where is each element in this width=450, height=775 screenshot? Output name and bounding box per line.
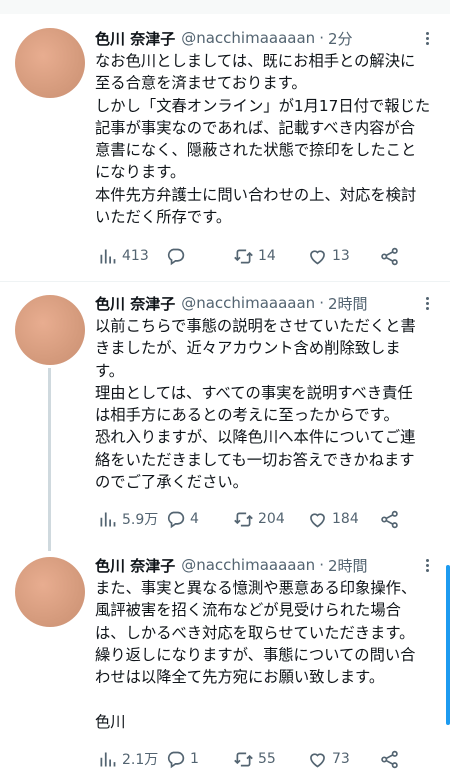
bar-chart-icon bbox=[100, 512, 116, 526]
tweet-line: になります。 bbox=[95, 163, 186, 182]
top-strip bbox=[0, 0, 450, 14]
heart-icon bbox=[310, 752, 325, 767]
tweet-text: なお色川としましては、既にお相手との解決に 至る合意を済ませております。 しかし… bbox=[95, 50, 440, 228]
tweet-line: 至る合意を済ませております。 bbox=[95, 74, 307, 93]
timestamp[interactable]: 2分 bbox=[328, 28, 353, 49]
action-bar: 2.1万 1 55 73 bbox=[95, 747, 415, 771]
like-count: 13 bbox=[332, 248, 350, 264]
tweet-line: なお色川としましては、既にお相手との解決に bbox=[95, 52, 416, 70]
views-button[interactable]: 413 bbox=[97, 244, 149, 268]
tweet-line: しかし「文春オンライン」が1月17日付で報じた bbox=[95, 96, 431, 115]
more-dots-icon[interactable] bbox=[426, 557, 432, 574]
tweet-line: 恐れ入りますが、以降色川へ本件についてご連 bbox=[95, 428, 416, 447]
action-bar: 5.9万 4 204 184 bbox=[95, 507, 415, 531]
separator-dot: · bbox=[319, 29, 324, 47]
user-handle[interactable]: @nacchimaaaaan bbox=[181, 294, 315, 312]
reply-button[interactable]: 4 bbox=[165, 507, 199, 531]
user-handle[interactable]: @nacchimaaaaan bbox=[181, 29, 315, 47]
tweet-text: 以前こちらで事態の説明をさせていただくと書 きましたが、近々アカウント含め削除致… bbox=[95, 315, 440, 493]
avatar[interactable] bbox=[15, 28, 85, 98]
share-button[interactable] bbox=[379, 507, 400, 531]
retweet-button[interactable]: 204 bbox=[233, 507, 285, 531]
retweet-button[interactable]: 14 bbox=[233, 244, 276, 268]
tweet-line: 色川 bbox=[95, 712, 126, 731]
tweet-line: 理由としては、すべての事実を説明すべき責任 bbox=[95, 383, 413, 402]
divider bbox=[0, 281, 450, 282]
tweet-line: 繰り返しになりますが、事態についての問い合 bbox=[95, 645, 416, 664]
separator-dot: · bbox=[319, 294, 324, 312]
avatar[interactable] bbox=[15, 295, 85, 365]
tweet-header: 色川 奈津子 @nacchimaaaaan · 2分 bbox=[95, 27, 430, 49]
bar-chart-icon bbox=[100, 249, 116, 263]
retweet-count: 204 bbox=[258, 511, 285, 527]
thread-line bbox=[48, 368, 51, 551]
like-button[interactable]: 184 bbox=[307, 507, 359, 531]
share-nodes-icon bbox=[381, 247, 398, 265]
views-button[interactable]: 2.1万 bbox=[97, 747, 158, 771]
tweet-text: また、事実と異なる憶測や悪意ある印象操作、 風評被害を招く流布などが見受けられた… bbox=[95, 577, 440, 733]
heart-icon bbox=[310, 249, 325, 264]
tweet-line: 記事が事実なのであれば、記載すべき内容が合 bbox=[95, 118, 416, 137]
like-button[interactable]: 73 bbox=[307, 747, 350, 771]
display-name[interactable]: 色川 奈津子 bbox=[95, 555, 175, 576]
share-button[interactable] bbox=[379, 244, 400, 268]
retweet-count: 55 bbox=[258, 751, 276, 767]
bar-chart-icon bbox=[100, 752, 116, 766]
share-nodes-icon bbox=[381, 510, 398, 528]
retweet-arrows-icon bbox=[234, 752, 253, 766]
retweet-count: 14 bbox=[258, 248, 276, 264]
scrollbar[interactable] bbox=[446, 565, 450, 725]
tweet-line: 本件先方弁護士に問い合わせの上、対応を検討 bbox=[95, 185, 417, 204]
views-count: 5.9万 bbox=[122, 512, 159, 528]
tweet-line: 風評被害を招く流布などが見受けられた場合 bbox=[95, 601, 401, 620]
more-dots-icon[interactable] bbox=[426, 295, 432, 312]
display-name[interactable]: 色川 奈津子 bbox=[95, 293, 175, 314]
like-button[interactable]: 13 bbox=[307, 244, 350, 268]
separator-dot: · bbox=[319, 556, 324, 574]
tweet-line: 以前こちらで事態の説明をさせていただくと書 bbox=[95, 317, 416, 335]
user-handle[interactable]: @nacchimaaaaan bbox=[181, 556, 315, 574]
speech-bubble-icon bbox=[167, 511, 185, 528]
tweet-line: のでご了承ください。 bbox=[95, 473, 248, 492]
tweet-line: きましたが、近々アカウント含め削除致しま bbox=[95, 339, 401, 358]
retweet-arrows-icon bbox=[234, 249, 253, 263]
retweet-button[interactable]: 55 bbox=[233, 747, 276, 771]
more-dots-icon[interactable] bbox=[426, 30, 432, 47]
tweet-line: また、事実と異なる憶測や悪意ある印象操作、 bbox=[95, 579, 417, 597]
action-bar: 413 14 13 bbox=[95, 244, 415, 268]
share-nodes-icon bbox=[381, 750, 398, 768]
tweet-header: 色川 奈津子 @nacchimaaaaan · 2時間 bbox=[95, 292, 430, 314]
share-button[interactable] bbox=[379, 747, 400, 771]
tweet-line: す。 bbox=[95, 361, 125, 380]
speech-bubble-icon bbox=[167, 248, 185, 265]
avatar[interactable] bbox=[15, 557, 85, 627]
retweet-arrows-icon bbox=[234, 512, 253, 526]
like-count: 184 bbox=[332, 511, 359, 527]
display-name[interactable]: 色川 奈津子 bbox=[95, 28, 175, 49]
tweet-line: は、しかるべき対応を取らせていただきます。 bbox=[95, 623, 415, 642]
tweet-header: 色川 奈津子 @nacchimaaaaan · 2時間 bbox=[95, 554, 430, 576]
tweet-line: 絡をいただきましても一切お答えできかねます bbox=[95, 450, 415, 469]
timestamp[interactable]: 2時間 bbox=[328, 293, 368, 314]
tweet-line: わせは以降全て先方宛にお願い致します。 bbox=[95, 668, 385, 687]
reply-button[interactable] bbox=[165, 244, 190, 268]
speech-bubble-icon bbox=[167, 751, 185, 768]
tweet-line: は相手方にあるとの考えに至ったからです。 bbox=[95, 406, 399, 425]
like-count: 73 bbox=[332, 751, 350, 767]
heart-icon bbox=[310, 512, 325, 527]
views-count: 2.1万 bbox=[122, 752, 159, 768]
reply-count: 1 bbox=[190, 751, 199, 767]
reply-count: 4 bbox=[190, 511, 199, 527]
tweet-line: 意書になく、隠蔽された状態で捺印をしたこと bbox=[95, 141, 417, 160]
reply-button[interactable]: 1 bbox=[165, 747, 199, 771]
tweet-line: いただく所存です。 bbox=[95, 208, 232, 227]
timestamp[interactable]: 2時間 bbox=[328, 555, 368, 576]
views-button[interactable]: 5.9万 bbox=[97, 507, 158, 531]
views-count: 413 bbox=[122, 248, 149, 264]
